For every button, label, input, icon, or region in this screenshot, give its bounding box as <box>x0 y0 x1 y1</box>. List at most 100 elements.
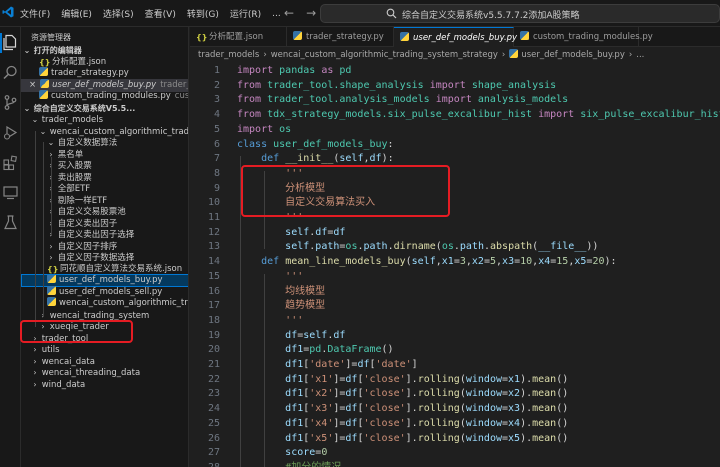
json-file-icon: {} <box>196 33 208 42</box>
code-token: shape_analysis <box>471 79 557 91</box>
line-number: 17 <box>207 300 220 312</box>
code-token: ). <box>520 403 533 415</box>
code-text: class user_def_models_buy: <box>237 137 394 152</box>
code-token: df <box>333 329 346 341</box>
menu-file[interactable]: 文件(F) <box>20 7 50 20</box>
code-token: mean <box>532 388 557 400</box>
python-file-icon <box>520 31 529 40</box>
code-text: def __init__(self,df): <box>237 151 394 166</box>
code-token: os <box>279 123 292 135</box>
code-token: df1 <box>285 359 304 370</box>
testing-icon[interactable] <box>2 214 19 231</box>
menu-go[interactable]: 转到(G) <box>187 7 219 20</box>
search-icon <box>386 8 397 19</box>
folder-item[interactable]: › wind_data <box>21 378 188 391</box>
code-token: x4 <box>538 256 551 268</box>
forward-arrow-icon[interactable]: → <box>306 6 316 20</box>
code-token: analysis_models <box>477 94 569 106</box>
code-token: ''' <box>285 314 304 326</box>
code-token: x1 <box>441 256 454 268</box>
editor-tab[interactable]: trader_strategy.py <box>287 27 394 47</box>
line-number: 13 <box>207 241 220 253</box>
run-debug-icon[interactable] <box>2 124 19 141</box>
code-text: #加分的情况 <box>237 460 341 467</box>
code-token: 'x2' <box>309 388 334 400</box>
code-token: self <box>285 226 310 238</box>
breadcrumb-item[interactable]: ... <box>636 50 644 60</box>
line-number: 7 <box>213 153 220 165</box>
code-token: 10 <box>520 256 533 268</box>
explorer-icon[interactable] <box>2 34 19 51</box>
code-token: () <box>556 388 569 400</box>
editor-tab[interactable]: {} 分析配置.json <box>190 27 287 47</box>
code-editor[interactable]: 1 import pandas as pd 2 from trader_tool.sh… <box>190 63 720 467</box>
item-label: user_def_models_buy.py <box>59 275 163 285</box>
vscode-logo-icon <box>2 6 14 18</box>
remote-explorer-icon[interactable] <box>2 184 19 201</box>
code-token: df1 <box>285 344 304 356</box>
item-label: 卖出股票 <box>57 172 92 183</box>
code-text: import os <box>237 122 291 137</box>
menu-edit[interactable]: 编辑(E) <box>61 7 92 20</box>
code-text: ''' <box>237 313 303 328</box>
code-token: () <box>556 417 569 429</box>
editor-tab[interactable]: custom_trading_modules.py <box>514 27 653 47</box>
menu-run[interactable]: 运行(R) <box>230 7 261 20</box>
code-token: () <box>556 373 569 385</box>
close-icon[interactable]: × <box>29 80 36 90</box>
tab-label: 分析配置.json <box>209 32 264 42</box>
code-token: mean <box>532 373 557 385</box>
source-control-icon[interactable] <box>2 94 19 111</box>
line-number: 25 <box>207 417 220 429</box>
code-token: df <box>345 388 358 400</box>
code-token: ). <box>520 432 533 444</box>
code-token: df1 <box>285 417 304 429</box>
item-label: 自定义因子排序 <box>57 241 118 252</box>
code-token: 'date' <box>375 359 412 370</box>
search-icon[interactable] <box>2 64 19 81</box>
chevron-right-icon: › <box>628 50 633 60</box>
code-token: window <box>465 417 502 429</box>
editor-tabs: {} 分析配置.json trader_strategy.py user_def_mo… <box>190 27 720 47</box>
menu-view[interactable]: 查看(V) <box>145 7 176 20</box>
code-token: ). <box>520 388 533 400</box>
code-token: pd <box>309 344 322 356</box>
code-token: 'close' <box>363 403 406 415</box>
menu-selection[interactable]: 选择(S) <box>103 7 134 20</box>
line-number: 9 <box>213 182 220 194</box>
code-token: ]. <box>405 373 418 385</box>
command-center[interactable]: 综合自定义交易系统v5.5.7.7.2添加A股策略 <box>320 4 720 23</box>
code-token: df1 <box>285 373 304 385</box>
code-token: import <box>237 123 274 135</box>
python-file-icon <box>293 31 302 40</box>
code-token: six_pulse_excalibur_hist <box>580 109 720 121</box>
breadcrumb-item[interactable]: wencai_custom_algorithmic_trading_system… <box>271 50 498 60</box>
menu-more[interactable]: ... <box>272 9 281 19</box>
extensions-icon[interactable] <box>2 154 19 171</box>
code-token: x5 <box>574 256 587 268</box>
item-label: 买入股票 <box>57 161 92 171</box>
code-token: self <box>303 329 328 341</box>
back-arrow-icon[interactable]: ← <box>284 6 294 20</box>
code-token: user_def_models_buy <box>273 138 388 150</box>
item-label: 全部ETF <box>57 184 91 194</box>
chevron-right-icon: › <box>263 50 267 60</box>
code-token: 'x4' <box>309 417 334 429</box>
editor-tab[interactable]: user_def_models_buy.py× <box>394 27 530 47</box>
code-token: class <box>237 138 268 150</box>
code-token: mean <box>532 417 557 429</box>
code-text: self.path=os.path.dirname(os.path.abspat… <box>237 239 598 254</box>
line-number: 15 <box>207 270 220 282</box>
item-label: trader_strategy.py <box>51 68 129 78</box>
breadcrumb-item[interactable]: trader_models <box>198 50 259 60</box>
breadcrumb-item[interactable]: user_def_models_buy.py <box>521 50 625 60</box>
code-token: pd <box>339 65 352 76</box>
code-token: ): <box>604 256 617 268</box>
item-label: 黑名单 <box>57 149 84 160</box>
